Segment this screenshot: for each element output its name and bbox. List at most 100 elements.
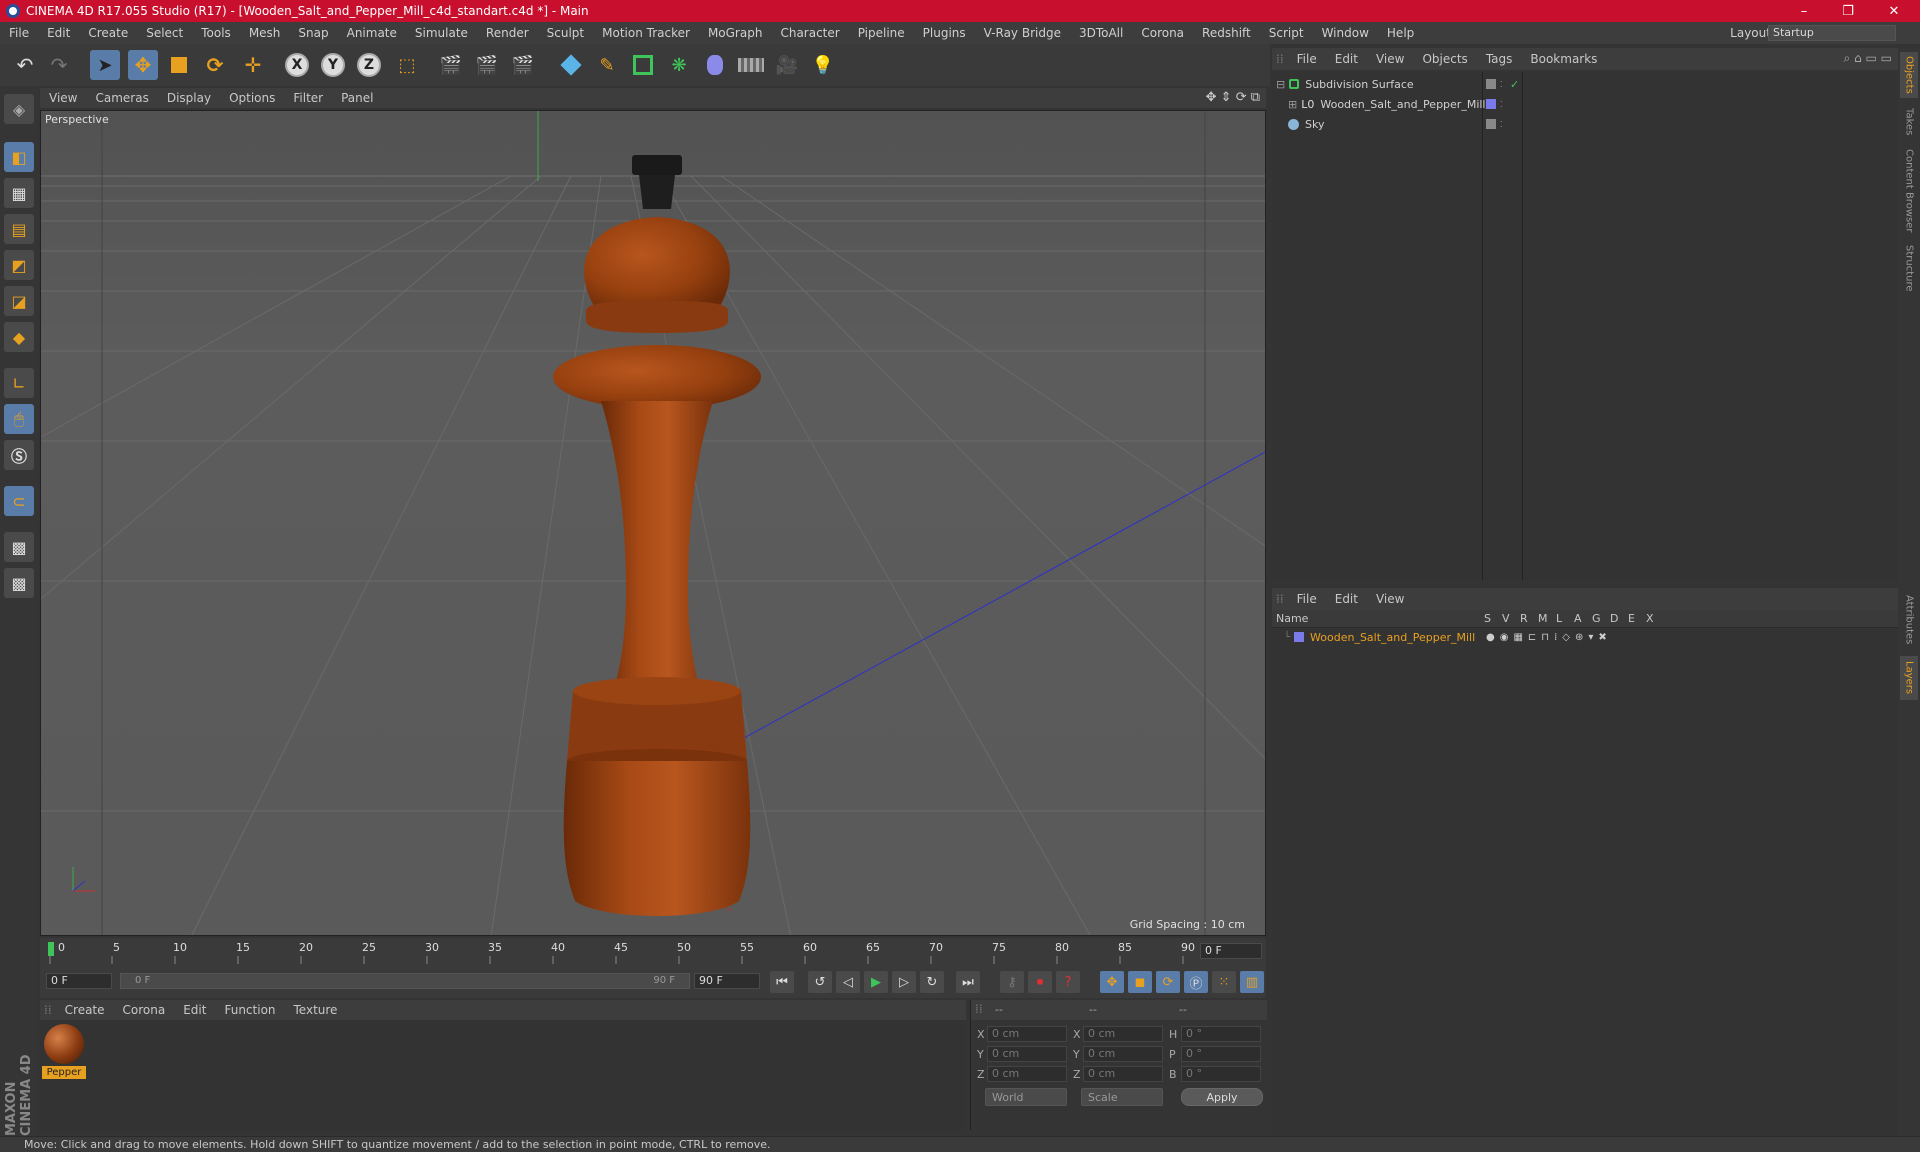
visibility-dots-icon[interactable]: ⁚ xyxy=(1500,100,1503,109)
key-rotation-button[interactable]: ⟳ xyxy=(1156,971,1180,993)
axis-mode-button[interactable]: ∟ xyxy=(4,368,34,398)
render-settings-button[interactable]: 🎬 xyxy=(508,50,538,80)
material-menu-edit[interactable]: Edit xyxy=(174,1003,215,1017)
layer-menu-edit[interactable]: Edit xyxy=(1326,592,1367,606)
tab-structure[interactable]: Structure xyxy=(1900,240,1918,296)
render-view-button[interactable]: 🎬 xyxy=(436,50,466,80)
key-position-button[interactable]: ✥ xyxy=(1100,971,1124,993)
column-visible[interactable]: V xyxy=(1502,612,1510,625)
model-mode-button[interactable]: ◧ xyxy=(4,142,34,172)
workplane-rotate-button[interactable]: ▩ xyxy=(4,568,34,598)
end-frame-field[interactable]: 90 F xyxy=(694,973,760,989)
maximize-button[interactable]: ❐ xyxy=(1826,0,1870,22)
rotation-p-field[interactable]: 0 ° xyxy=(1181,1046,1261,1062)
material-swatch[interactable]: Pepper xyxy=(42,1024,86,1080)
floor-button[interactable] xyxy=(736,50,766,80)
points-mode-button[interactable]: ◩ xyxy=(4,250,34,280)
menu-script[interactable]: Script xyxy=(1260,26,1313,40)
tab-content-browser[interactable]: Content Browser xyxy=(1900,146,1918,236)
rotation-b-field[interactable]: 0 ° xyxy=(1181,1066,1261,1082)
menu-simulate[interactable]: Simulate xyxy=(406,26,477,40)
menu-mesh[interactable]: Mesh xyxy=(240,26,290,40)
rotation-h-field[interactable]: 0 ° xyxy=(1181,1026,1261,1042)
object-menu-tags[interactable]: Tags xyxy=(1477,52,1522,66)
menu-redshift[interactable]: Redshift xyxy=(1193,26,1260,40)
menu-corona[interactable]: Corona xyxy=(1132,26,1193,40)
timeline-ruler[interactable]: 0 5 10 15 20 25 30 35 40 45 50 55 60 65 … xyxy=(40,938,1266,966)
enabled-check-icon[interactable]: ✓ xyxy=(1510,78,1519,91)
workplane-lock-button[interactable]: ▩ xyxy=(4,532,34,562)
next-key-button[interactable]: ↻ xyxy=(920,971,944,993)
coordinate-system-button[interactable]: ⬚ xyxy=(392,50,422,80)
viewport-nav-icons[interactable]: ✥ ⇕ ⟳ ⧉ xyxy=(1206,90,1260,105)
render-picture-viewer-button[interactable]: 🎬 xyxy=(472,50,502,80)
menu-help[interactable]: Help xyxy=(1378,26,1423,40)
size-y-field[interactable]: 0 cm xyxy=(1083,1046,1163,1062)
tab-layers[interactable]: Layers xyxy=(1900,656,1918,700)
viewport-menu-options[interactable]: Options xyxy=(220,91,284,105)
camera-button[interactable]: 🎥 xyxy=(772,50,802,80)
menu-sculpt[interactable]: Sculpt xyxy=(538,26,593,40)
object-menu-edit[interactable]: Edit xyxy=(1326,52,1367,66)
menu-snap[interactable]: Snap xyxy=(289,26,337,40)
column-manager[interactable]: M xyxy=(1538,612,1548,625)
layer-row[interactable]: └ Wooden_Salt_and_Pepper_Mill ●◉▦⊏⊓⁞◇⊛▾✖ xyxy=(1272,628,1898,646)
size-x-field[interactable]: 0 cm xyxy=(1083,1026,1163,1042)
object-menu-bookmarks[interactable]: Bookmarks xyxy=(1521,52,1606,66)
motion-record-button[interactable]: ⚷ xyxy=(1000,971,1024,993)
menu-character[interactable]: Character xyxy=(771,26,848,40)
key-pla-button[interactable]: ⁙ xyxy=(1212,971,1236,993)
column-solo[interactable]: S xyxy=(1484,612,1491,625)
material-menu-corona[interactable]: Corona xyxy=(114,1003,175,1017)
timeline-window-button[interactable]: ▥ xyxy=(1240,971,1264,993)
viewport-menu-filter[interactable]: Filter xyxy=(284,91,332,105)
menu-plugins[interactable]: Plugins xyxy=(914,26,975,40)
size-z-field[interactable]: 0 cm xyxy=(1083,1066,1163,1082)
prev-frame-button[interactable]: ◁ xyxy=(836,971,860,993)
object-menu-view[interactable]: View xyxy=(1367,52,1413,66)
column-deformers[interactable]: D xyxy=(1610,612,1618,625)
make-editable-button[interactable]: ◈ xyxy=(4,94,34,124)
move-tool-button[interactable]: ✥ xyxy=(128,50,158,80)
menu-mograph[interactable]: MoGraph xyxy=(699,26,772,40)
menu-render[interactable]: Render xyxy=(477,26,538,40)
workplane-mode-button[interactable]: ▤ xyxy=(4,214,34,244)
object-row[interactable]: Sky ⁚ xyxy=(1272,114,1898,134)
material-menu-create[interactable]: Create xyxy=(56,1003,114,1017)
object-row[interactable]: ⊞ L0 Wooden_Salt_and_Pepper_Mill ⁚ xyxy=(1272,94,1898,114)
menu-pipeline[interactable]: Pipeline xyxy=(849,26,914,40)
goto-end-button[interactable]: ⏭ xyxy=(956,971,980,993)
menu-vray-bridge[interactable]: V-Ray Bridge xyxy=(975,26,1070,40)
column-xref[interactable]: X xyxy=(1646,612,1654,625)
position-y-field[interactable]: 0 cm xyxy=(987,1046,1067,1062)
expand-icon[interactable]: ⊞ xyxy=(1288,98,1297,111)
x-axis-button[interactable]: X xyxy=(282,50,312,80)
frame-range-slider[interactable]: 0 F 90 F xyxy=(120,973,690,989)
menu-edit[interactable]: Edit xyxy=(38,26,79,40)
minimize-button[interactable]: – xyxy=(1782,0,1826,22)
menu-tools[interactable]: Tools xyxy=(192,26,240,40)
layer-name[interactable]: Wooden_Salt_and_Pepper_Mill xyxy=(1310,631,1475,644)
visibility-dots-icon[interactable]: ⁚ xyxy=(1500,80,1503,89)
key-param-button[interactable]: Ⓟ xyxy=(1184,971,1208,993)
layer-menu-file[interactable]: File xyxy=(1288,592,1326,606)
menu-motion-tracker[interactable]: Motion Tracker xyxy=(593,26,699,40)
redo-button[interactable]: ↷ xyxy=(44,50,74,80)
viewport-menu-display[interactable]: Display xyxy=(158,91,220,105)
object-menu-objects[interactable]: Objects xyxy=(1413,52,1476,66)
menu-3dtoall[interactable]: 3DToAll xyxy=(1070,26,1132,40)
material-menu-function[interactable]: Function xyxy=(215,1003,284,1017)
next-frame-button[interactable]: ▷ xyxy=(892,971,916,993)
column-render[interactable]: R xyxy=(1520,612,1528,625)
column-generators[interactable]: G xyxy=(1592,612,1601,625)
texture-mode-button[interactable]: ▦ xyxy=(4,178,34,208)
layout-select[interactable]: Startup xyxy=(1768,25,1896,41)
coordinate-mode-select[interactable]: World xyxy=(985,1088,1067,1106)
position-x-field[interactable]: 0 cm xyxy=(987,1026,1067,1042)
material-menu-texture[interactable]: Texture xyxy=(285,1003,347,1017)
layer-toggle-icons[interactable]: ●◉▦⊏⊓⁞◇⊛▾✖ xyxy=(1486,632,1612,643)
z-axis-button[interactable]: Z xyxy=(354,50,384,80)
record-button[interactable]: ⏺ xyxy=(1028,971,1052,993)
cube-object-button[interactable] xyxy=(556,50,586,80)
menu-animate[interactable]: Animate xyxy=(338,26,406,40)
